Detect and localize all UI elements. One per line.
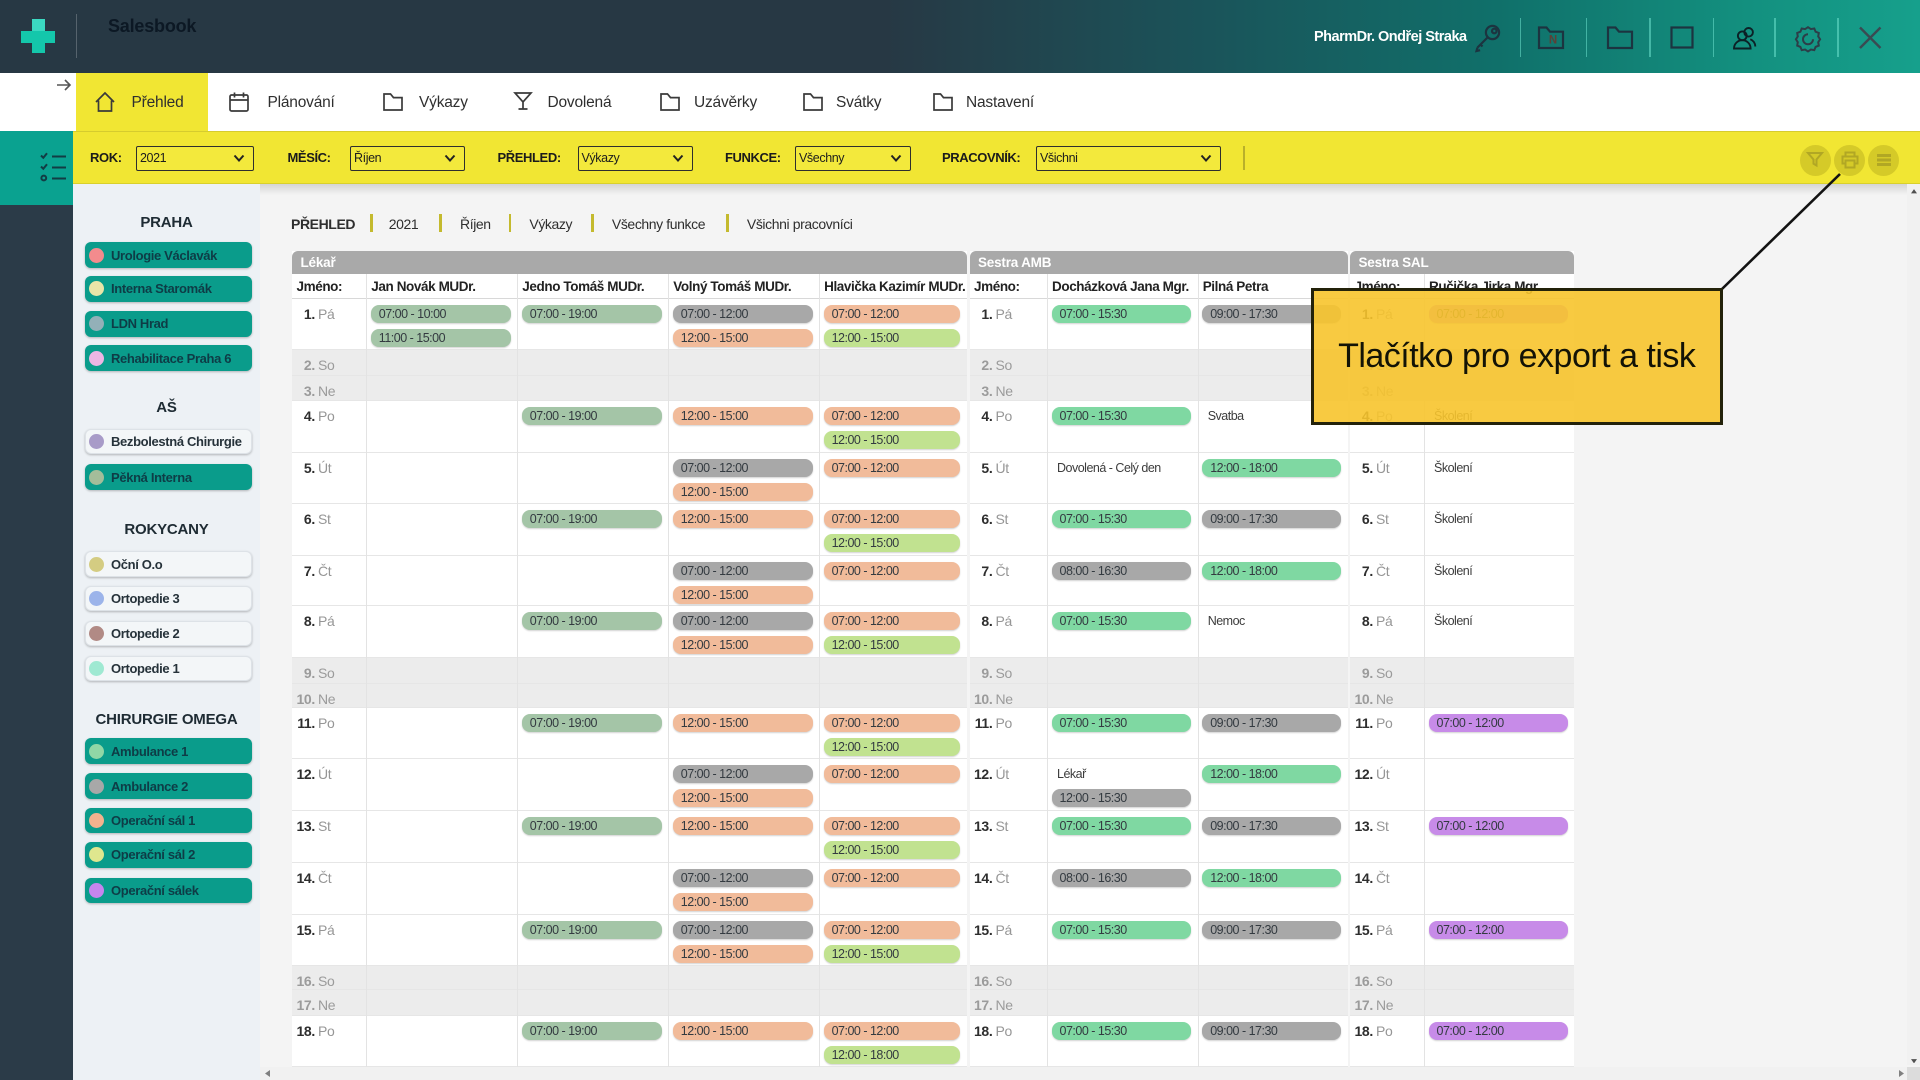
svg-text:N: N [1549, 35, 1557, 47]
